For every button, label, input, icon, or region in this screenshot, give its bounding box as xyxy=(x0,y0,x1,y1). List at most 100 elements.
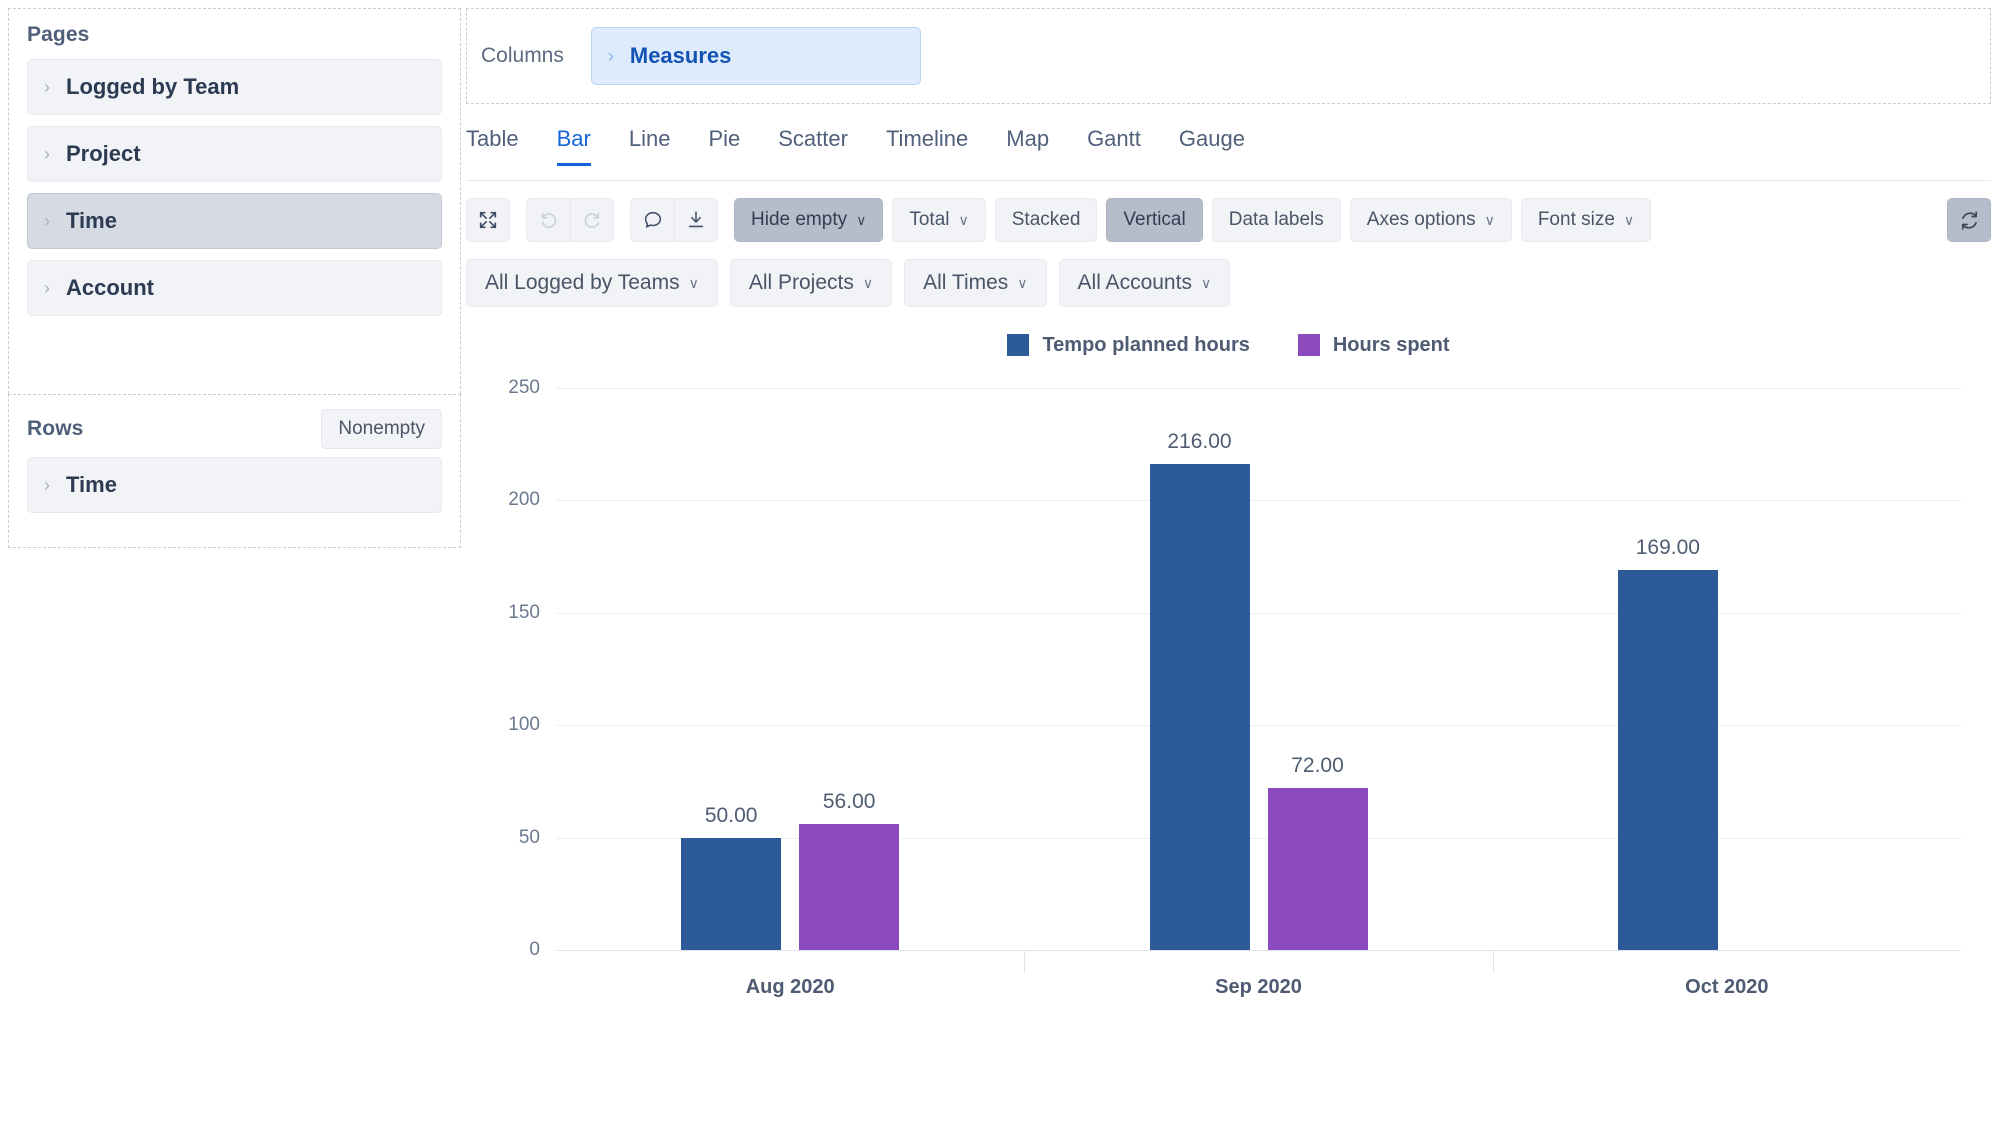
tab-bar[interactable]: Bar xyxy=(556,126,591,166)
font-size-label: Font size xyxy=(1537,209,1615,230)
bar-value-label: 56.00 xyxy=(822,790,876,814)
filter-logged-by-teams[interactable]: All Logged by Teams ∨ xyxy=(466,259,718,307)
rows-shelf: Rows Nonempty › Time xyxy=(8,394,461,548)
bar-value-label: 72.00 xyxy=(1291,754,1344,778)
pages-field-logged-by-team[interactable]: › Logged by Team xyxy=(27,59,442,115)
pages-field-label: Project xyxy=(66,141,141,166)
tab-map[interactable]: Map xyxy=(1006,126,1049,166)
axes-options-label: Axes options xyxy=(1366,209,1476,230)
columns-field-measures[interactable]: › Measures xyxy=(590,27,921,85)
filter-label: All Accounts xyxy=(1077,271,1192,294)
legend-label: Hours spent xyxy=(1332,333,1450,356)
tab-pie[interactable]: Pie xyxy=(708,126,740,166)
chevron-down-icon: ∨ xyxy=(1484,212,1495,228)
view-type-tabs: Table Bar Line Pie Scatter Timeline Map … xyxy=(466,126,1991,181)
comment-bubble-icon xyxy=(642,209,664,231)
refresh-button[interactable] xyxy=(1947,198,1991,242)
bar-chart: Tempo planned hours Hours spent 0 50 100 15… xyxy=(466,320,1991,1020)
undo-redo-group xyxy=(526,198,614,242)
undo-button[interactable] xyxy=(526,198,570,242)
columns-shelf-title: Columns xyxy=(481,44,564,67)
nonempty-button[interactable]: Nonempty xyxy=(321,409,442,449)
vertical-button[interactable]: Vertical xyxy=(1106,198,1203,242)
filter-times[interactable]: All Times ∨ xyxy=(904,259,1047,307)
chevron-down-icon: ∨ xyxy=(1623,212,1635,228)
filter-label: All Logged by Teams xyxy=(485,271,680,294)
y-axis-tick-label: 250 xyxy=(508,377,540,398)
legend-item-tempo-planned-hours[interactable]: Tempo planned hours xyxy=(1007,333,1250,357)
download-icon xyxy=(685,209,707,231)
chevron-right-icon: › xyxy=(607,46,614,66)
pages-shelf-title: Pages xyxy=(27,23,90,46)
tab-timeline[interactable]: Timeline xyxy=(886,126,968,166)
bar-value-label: 216.00 xyxy=(1167,430,1232,454)
legend-item-hours-spent[interactable]: Hours spent xyxy=(1297,333,1450,357)
pages-field-account[interactable]: › Account xyxy=(27,260,442,316)
bar[interactable] xyxy=(799,824,900,950)
pages-field-label: Account xyxy=(66,275,154,300)
download-button[interactable] xyxy=(674,198,718,242)
filter-accounts[interactable]: All Accounts ∨ xyxy=(1058,259,1231,307)
y-axis-tick-label: 200 xyxy=(508,489,540,511)
bar[interactable] xyxy=(1149,464,1250,950)
filter-label: All Times xyxy=(923,271,1009,294)
x-axis-category-label: Sep 2020 xyxy=(1215,976,1302,998)
bar-value-label: 169.00 xyxy=(1635,536,1700,560)
font-size-button[interactable]: Font size ∨ xyxy=(1520,198,1652,242)
total-button[interactable]: Total ∨ xyxy=(892,198,986,242)
fullscreen-button[interactable] xyxy=(466,198,510,242)
stacked-button[interactable]: Stacked xyxy=(994,198,1098,242)
columns-shelf: Columns › Measures xyxy=(466,8,1991,104)
x-axis-separator xyxy=(1492,951,1494,973)
tab-scatter[interactable]: Scatter xyxy=(778,126,848,166)
columns-field-label: Measures xyxy=(629,43,732,68)
x-axis-line xyxy=(556,950,1961,951)
pages-field-project[interactable]: › Project xyxy=(27,126,442,182)
chevron-right-icon: › xyxy=(44,144,50,164)
hide-empty-button[interactable]: Hide empty ∨ xyxy=(734,198,884,242)
tab-gauge[interactable]: Gauge xyxy=(1179,126,1245,166)
pages-shelf: Pages › Logged by Team › Project › Time … xyxy=(8,8,461,394)
gridline xyxy=(556,612,1961,614)
comment-button[interactable] xyxy=(630,198,674,242)
data-labels-button[interactable]: Data labels xyxy=(1211,198,1341,242)
axes-options-button[interactable]: Axes options ∨ xyxy=(1349,198,1512,242)
chevron-down-icon: ∨ xyxy=(958,212,969,228)
comment-download-group xyxy=(630,198,718,242)
chevron-down-icon: ∨ xyxy=(1200,275,1212,291)
bar[interactable] xyxy=(681,837,782,950)
tab-gantt[interactable]: Gantt xyxy=(1087,126,1141,166)
rows-shelf-title: Rows xyxy=(27,417,84,440)
legend-label: Tempo planned hours xyxy=(1042,333,1250,356)
tab-line[interactable]: Line xyxy=(629,126,671,166)
bar[interactable] xyxy=(1267,788,1368,950)
total-label: Total xyxy=(909,209,950,230)
bar[interactable] xyxy=(1617,570,1718,950)
chevron-right-icon: › xyxy=(44,77,50,97)
tab-table[interactable]: Table xyxy=(466,126,519,166)
filter-projects[interactable]: All Projects ∨ xyxy=(729,259,893,307)
chevron-right-icon: › xyxy=(44,475,50,495)
chevron-down-icon: ∨ xyxy=(862,275,874,291)
x-axis-category-label: Aug 2020 xyxy=(745,976,835,998)
redo-icon xyxy=(581,209,603,231)
rows-field-time[interactable]: › Time xyxy=(27,457,442,513)
rows-shelf-header: Rows Nonempty xyxy=(27,409,442,449)
rows-field-label: Time xyxy=(66,472,117,497)
y-axis-tick-label: 50 xyxy=(518,826,540,848)
undo-icon xyxy=(538,209,560,231)
chevron-down-icon: ∨ xyxy=(688,275,699,291)
redo-button[interactable] xyxy=(570,198,614,242)
pages-field-label: Time xyxy=(66,208,117,233)
expand-arrows-icon xyxy=(477,209,499,231)
chevron-down-icon: ∨ xyxy=(1017,275,1028,291)
filter-label: All Projects xyxy=(748,271,854,294)
shelves-panel: Pages › Logged by Team › Project › Time … xyxy=(8,8,461,548)
x-axis-category-label: Oct 2020 xyxy=(1685,976,1769,998)
chevron-right-icon: › xyxy=(44,278,50,298)
gridline xyxy=(556,725,1961,727)
pages-field-time[interactable]: › Time xyxy=(27,193,442,249)
chart-legend: Tempo planned hours Hours spent xyxy=(466,320,1991,370)
refresh-icon xyxy=(1958,209,1981,232)
legend-swatch xyxy=(1007,334,1030,356)
